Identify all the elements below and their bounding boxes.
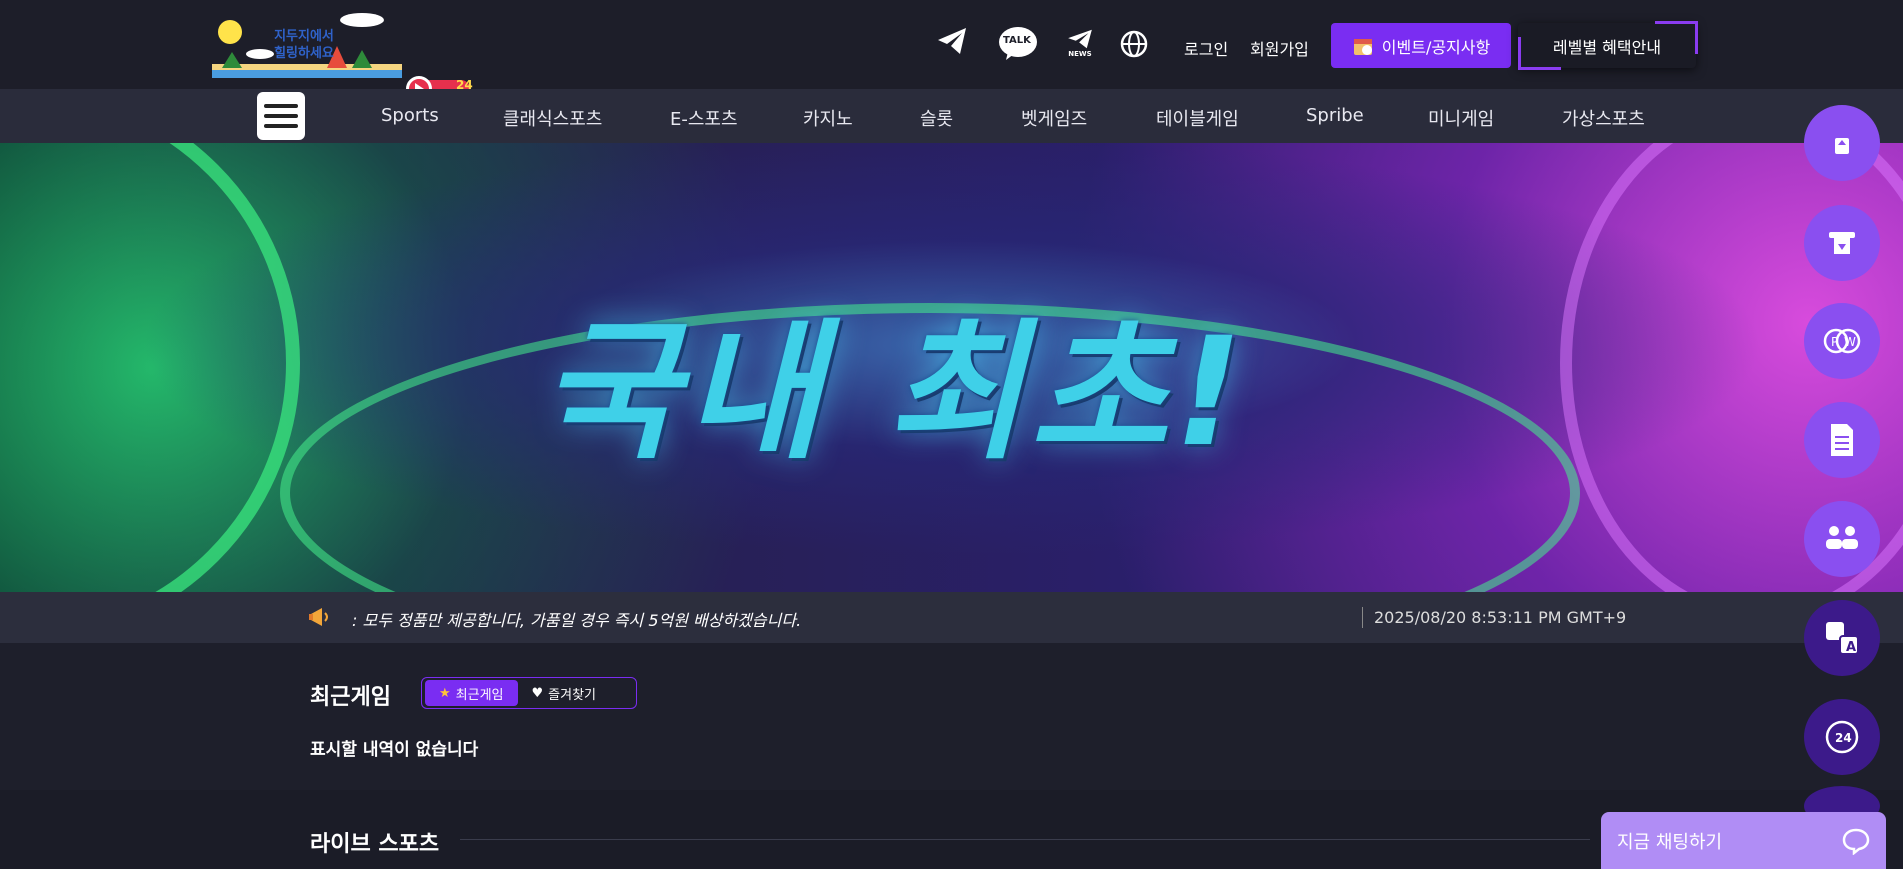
- svg-text:W: W: [1844, 335, 1856, 349]
- nav-item-minigames[interactable]: 미니게임: [1428, 105, 1494, 131]
- login-link[interactable]: 로그인: [1184, 36, 1228, 60]
- phone-24h-icon: 24: [1825, 720, 1859, 754]
- nav-item-sports[interactable]: Sports: [381, 105, 439, 126]
- users-icon: [1826, 526, 1858, 549]
- event-notice-label: 이벤트/공지사항: [1381, 37, 1491, 57]
- chat-bubble-icon: [1842, 828, 1870, 855]
- withdraw-quick-button[interactable]: [1804, 205, 1880, 281]
- document-quick-button[interactable]: [1804, 402, 1880, 478]
- hamburger-menu-icon[interactable]: [257, 92, 305, 140]
- svg-text:P: P: [1831, 335, 1838, 349]
- logo-line-2: 힐링하세요: [274, 46, 334, 61]
- live-chat-button[interactable]: 지금 채팅하기: [1601, 812, 1886, 869]
- tab-recent-label: 최근게임: [455, 687, 504, 703]
- points-quick-button[interactable]: PW: [1804, 303, 1880, 379]
- support-quick-button[interactable]: [1804, 501, 1880, 577]
- recent-games-title: 최근게임: [310, 685, 391, 710]
- banner-ring-left: [0, 143, 300, 592]
- section-divider: [460, 839, 1590, 840]
- notice-text: : 모두 정품만 제공합니다, 가품일 경우 즉시 5억원 배상하겠습니다.: [352, 611, 802, 630]
- banner-title: 국내 최초!: [540, 306, 1249, 480]
- nav-item-slots[interactable]: 슬롯: [920, 105, 953, 131]
- recent-tabs: ★ 최근게임 ♥ 즐겨찾기: [421, 677, 637, 709]
- empty-message: 표시할 내역이 없습니다: [310, 740, 479, 760]
- notice-ticker: : 모두 정품만 제공합니다, 가품일 경우 즉시 5억원 배상하겠습니다. 2…: [0, 592, 1903, 643]
- logo-text: 지두지에서 힐링하세요: [264, 28, 344, 62]
- deposit-quick-button[interactable]: [1804, 105, 1880, 181]
- chat-label: 지금 채팅하기: [1617, 831, 1723, 853]
- talk-label: TALK: [1003, 35, 1031, 46]
- megaphone-icon: [308, 604, 334, 636]
- live-sports-title: 라이브 스포츠: [310, 832, 440, 857]
- site-logo[interactable]: 지두지에서 힐링하세요: [212, 12, 402, 80]
- star-icon: ★: [439, 685, 451, 701]
- svg-text:A: A: [1846, 640, 1856, 655]
- tab-recent-games[interactable]: ★ 최근게임: [425, 680, 518, 706]
- kakaotalk-icon[interactable]: TALK: [998, 26, 1038, 62]
- level-benefits-button[interactable]: 레벨별 혜택안내: [1518, 21, 1698, 70]
- main-nav: Sports 클래식스포츠 E-스포츠 카지노 슬롯 벳게임즈 테이블게임 Sp…: [0, 89, 1903, 143]
- translate-icon: A: [1826, 622, 1859, 655]
- recent-games-section: 최근게임 ★ 최근게임 ♥ 즐겨찾기 표시할 내역이 없습니다: [0, 643, 1903, 790]
- nav-item-table-games[interactable]: 테이블게임: [1156, 105, 1239, 131]
- tab-favorites-label: 즐겨찾기: [548, 687, 596, 703]
- nav-item-virtual-sports[interactable]: 가상스포츠: [1562, 105, 1645, 131]
- calendar-icon: [1353, 38, 1372, 55]
- notice-divider: [1362, 607, 1363, 628]
- globe-language-icon[interactable]: [1120, 30, 1148, 58]
- support-24h-quick-button[interactable]: 24: [1804, 699, 1880, 775]
- tab-favorites[interactable]: ♥ 즐겨찾기: [518, 680, 611, 706]
- point-exchange-icon: PW: [1823, 328, 1861, 354]
- level-benefits-label: 레벨별 혜택안내: [1552, 37, 1662, 57]
- telegram-news-icon[interactable]: NEWS: [1066, 28, 1094, 58]
- hero-banner[interactable]: 국내 최초!: [0, 143, 1903, 592]
- nav-item-esports[interactable]: E-스포츠: [670, 105, 738, 131]
- nav-item-classic-sports[interactable]: 클래식스포츠: [503, 105, 602, 131]
- logo-line-1: 지두지에서: [274, 29, 334, 44]
- top-header: 지두지에서 힐링하세요 TALK NEWS 로그인 회원가입 이벤트/공지사항 …: [0, 0, 1903, 89]
- withdraw-icon: [1829, 232, 1855, 254]
- nav-item-spribe[interactable]: Spribe: [1306, 105, 1364, 126]
- upload-money-icon: [1835, 138, 1849, 154]
- current-datetime: 2025/08/20 8:53:11 PM GMT+9: [1374, 608, 1627, 627]
- nav-item-casino[interactable]: 카지노: [803, 105, 853, 131]
- telegram-icon[interactable]: [936, 26, 968, 56]
- document-icon: [1831, 424, 1853, 456]
- news-label: NEWS: [1068, 50, 1092, 58]
- signup-link[interactable]: 회원가입: [1250, 36, 1309, 60]
- translate-quick-button[interactable]: A: [1804, 600, 1880, 676]
- event-notice-button[interactable]: 이벤트/공지사항: [1331, 23, 1511, 68]
- svg-text:24: 24: [1835, 731, 1852, 745]
- nav-item-betgames[interactable]: 벳게임즈: [1021, 105, 1087, 131]
- heart-icon: ♥: [531, 685, 544, 701]
